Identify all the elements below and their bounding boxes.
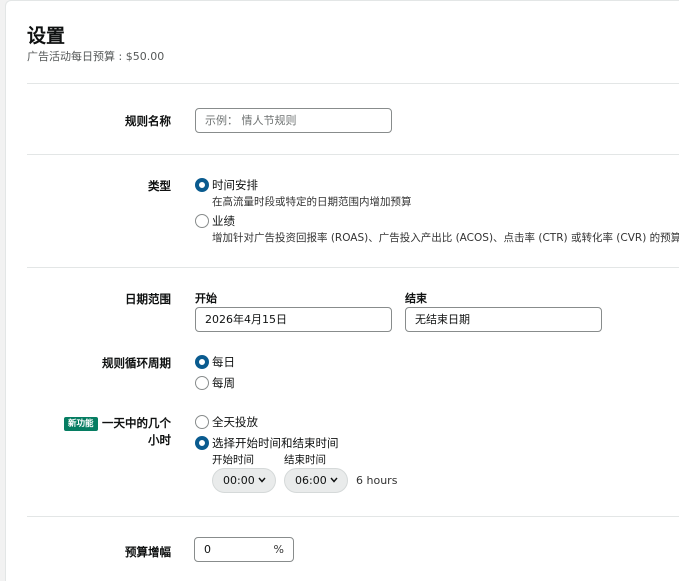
type-performance-label[interactable]: 业绩 — [212, 213, 235, 229]
percent-unit: % — [273, 543, 284, 556]
type-performance-radio[interactable] — [195, 214, 209, 228]
divider — [27, 516, 679, 517]
start-time-value: 00:00 — [223, 474, 255, 487]
end-date-heading: 结束 — [405, 292, 427, 305]
custom-time-label[interactable]: 选择开始时间和结束时间 — [212, 435, 339, 451]
recurrence-daily-label[interactable]: 每日 — [212, 354, 235, 370]
recurrence-weekly-label[interactable]: 每周 — [212, 375, 235, 391]
divider — [27, 83, 679, 84]
type-label: 类型 — [148, 179, 171, 193]
page-title: 设置 — [27, 25, 66, 47]
budget-increase-label: 预算增幅 — [125, 545, 171, 559]
divider — [27, 267, 679, 268]
end-time-heading: 结束时间 — [284, 454, 326, 466]
end-time-value: 06:00 — [295, 474, 327, 487]
type-schedule-label[interactable]: 时间安排 — [212, 177, 258, 193]
divider — [27, 154, 679, 155]
rule-name-label: 规则名称 — [125, 114, 171, 128]
settings-panel: 设置 广告活动每日预算 : $50.00 规则名称 类型 时间安排 在高流量时段… — [5, 0, 679, 581]
type-performance-desc: 增加针对广告投资回报率 (ROAS)、广告投入产出比 (ACOS)、点击率 (C… — [212, 232, 679, 244]
chevron-down-icon — [258, 477, 266, 483]
rule-name-input[interactable] — [195, 108, 392, 133]
chevron-down-icon — [330, 477, 338, 483]
budget-increase-value: 0 — [204, 543, 211, 556]
recurrence-weekly-radio[interactable] — [195, 376, 209, 390]
start-time-heading: 开始时间 — [212, 454, 254, 466]
date-range-label: 日期范围 — [125, 292, 171, 306]
custom-time-radio[interactable] — [195, 436, 209, 450]
start-date-heading: 开始 — [195, 292, 217, 305]
start-date-input[interactable]: 2026年4月15日 — [195, 307, 392, 332]
type-schedule-radio[interactable] — [195, 178, 209, 192]
hours-of-day-label-line1: 一天中的几个 — [102, 416, 171, 430]
all-day-radio[interactable] — [195, 415, 209, 429]
budget-increase-input[interactable]: 0 % — [194, 537, 294, 562]
end-date-input[interactable]: 无结束日期 — [405, 307, 602, 332]
recurrence-label: 规则循环周期 — [102, 356, 171, 370]
recurrence-daily-radio[interactable] — [195, 355, 209, 369]
hours-of-day-label-line2: 小时 — [148, 433, 171, 447]
daily-budget-subtitle: 广告活动每日预算 : $50.00 — [27, 50, 165, 63]
start-time-select[interactable]: 00:00 — [212, 468, 276, 493]
type-schedule-desc: 在高流量时段或特定的日期范围内增加预算 — [212, 196, 412, 208]
all-day-label[interactable]: 全天投放 — [212, 414, 258, 430]
duration-text: 6 hours — [356, 474, 398, 487]
end-time-select[interactable]: 06:00 — [284, 468, 348, 493]
